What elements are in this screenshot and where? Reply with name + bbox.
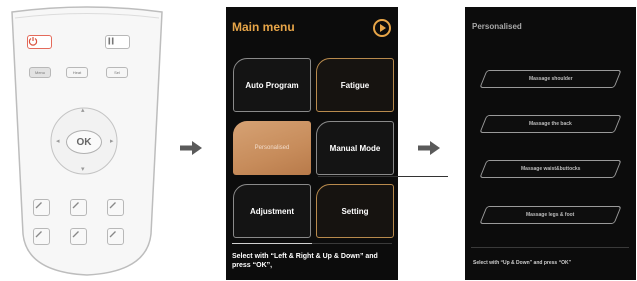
tile-label: Fatigue xyxy=(340,80,370,90)
tile-personalised[interactable]: Personalised xyxy=(233,121,311,175)
power-button[interactable] xyxy=(27,35,52,49)
tile-label: Personalised xyxy=(254,145,290,151)
pause-icon xyxy=(108,37,114,45)
remote-key-6[interactable] xyxy=(107,228,124,245)
tile-fatigue[interactable]: Fatigue xyxy=(316,58,394,112)
pencil-icon xyxy=(35,231,42,238)
option-label: Massage legs & foot xyxy=(526,212,575,218)
main-menu-screen: Main menu Auto Program Fatigue Personali… xyxy=(226,7,398,280)
up-arrow-icon[interactable]: ▴ xyxy=(81,107,85,114)
heat-button[interactable]: Heat xyxy=(66,67,88,78)
power-icon xyxy=(28,37,38,46)
right-arrow-icon[interactable]: ▸ xyxy=(110,138,114,145)
select-button[interactable]: Sel xyxy=(106,67,128,78)
remote-key-2[interactable] xyxy=(70,199,87,216)
remote-key-3[interactable] xyxy=(107,199,124,216)
right-arrow-icon xyxy=(418,141,440,155)
menu-button[interactable]: Menu xyxy=(29,67,51,78)
divider xyxy=(232,243,392,244)
ok-button[interactable]: OK xyxy=(66,130,102,154)
heat-button-label: Heat xyxy=(72,70,82,75)
tile-auto-program[interactable]: Auto Program xyxy=(233,58,311,112)
connector-line xyxy=(318,176,448,177)
option-label: Massage shoulder xyxy=(528,76,573,82)
down-arrow-icon[interactable]: ▾ xyxy=(81,166,85,173)
menu-button-label: Menu xyxy=(34,70,45,75)
pencil-icon xyxy=(109,202,116,209)
option-massage-shoulder[interactable]: Massage shoulder xyxy=(479,70,622,88)
personalised-title: Personalised xyxy=(472,22,522,31)
pause-button[interactable] xyxy=(105,35,130,49)
pencil-icon xyxy=(35,202,42,209)
tile-label: Manual Mode xyxy=(329,143,381,153)
remote-key-1[interactable] xyxy=(33,199,50,216)
main-menu-title: Main menu xyxy=(232,20,295,34)
option-label: Massage the back xyxy=(529,121,572,127)
remote-control: Menu Heat Sel ▴ ▾ ◂ ▸ OK xyxy=(6,4,168,278)
remote-key-5[interactable] xyxy=(70,228,87,245)
pencil-icon xyxy=(72,202,79,209)
option-massage-waist-buttocks[interactable]: Massage waist&buttocks xyxy=(479,160,622,178)
tile-manual-mode[interactable]: Manual Mode xyxy=(316,121,394,175)
tile-label: Auto Program xyxy=(245,80,299,90)
left-arrow-icon[interactable]: ◂ xyxy=(56,138,60,145)
tile-adjustment[interactable]: Adjustment xyxy=(233,184,311,238)
select-button-label: Sel xyxy=(114,70,120,75)
right-arrow-icon xyxy=(180,141,202,155)
play-icon[interactable] xyxy=(373,19,391,37)
personalised-instruction: Select with “Up & Down” and press “OK” xyxy=(473,260,572,266)
tile-setting[interactable]: Setting xyxy=(316,184,394,238)
option-label: Massage waist&buttocks xyxy=(520,166,581,172)
remote-key-4[interactable] xyxy=(33,228,50,245)
tile-label: Adjustment xyxy=(250,206,294,216)
pencil-icon xyxy=(109,231,116,238)
option-massage-back[interactable]: Massage the back xyxy=(479,115,622,133)
personalised-screen: Personalised Massage shoulder Massage th… xyxy=(465,7,636,280)
main-menu-instruction: Select with “Left & Right & Up & Down” a… xyxy=(232,253,378,269)
ok-label: OK xyxy=(76,136,92,148)
tile-label: Setting xyxy=(341,206,369,216)
option-massage-legs-foot[interactable]: Massage legs & foot xyxy=(479,206,622,224)
pencil-icon xyxy=(72,231,79,238)
divider xyxy=(471,247,629,248)
